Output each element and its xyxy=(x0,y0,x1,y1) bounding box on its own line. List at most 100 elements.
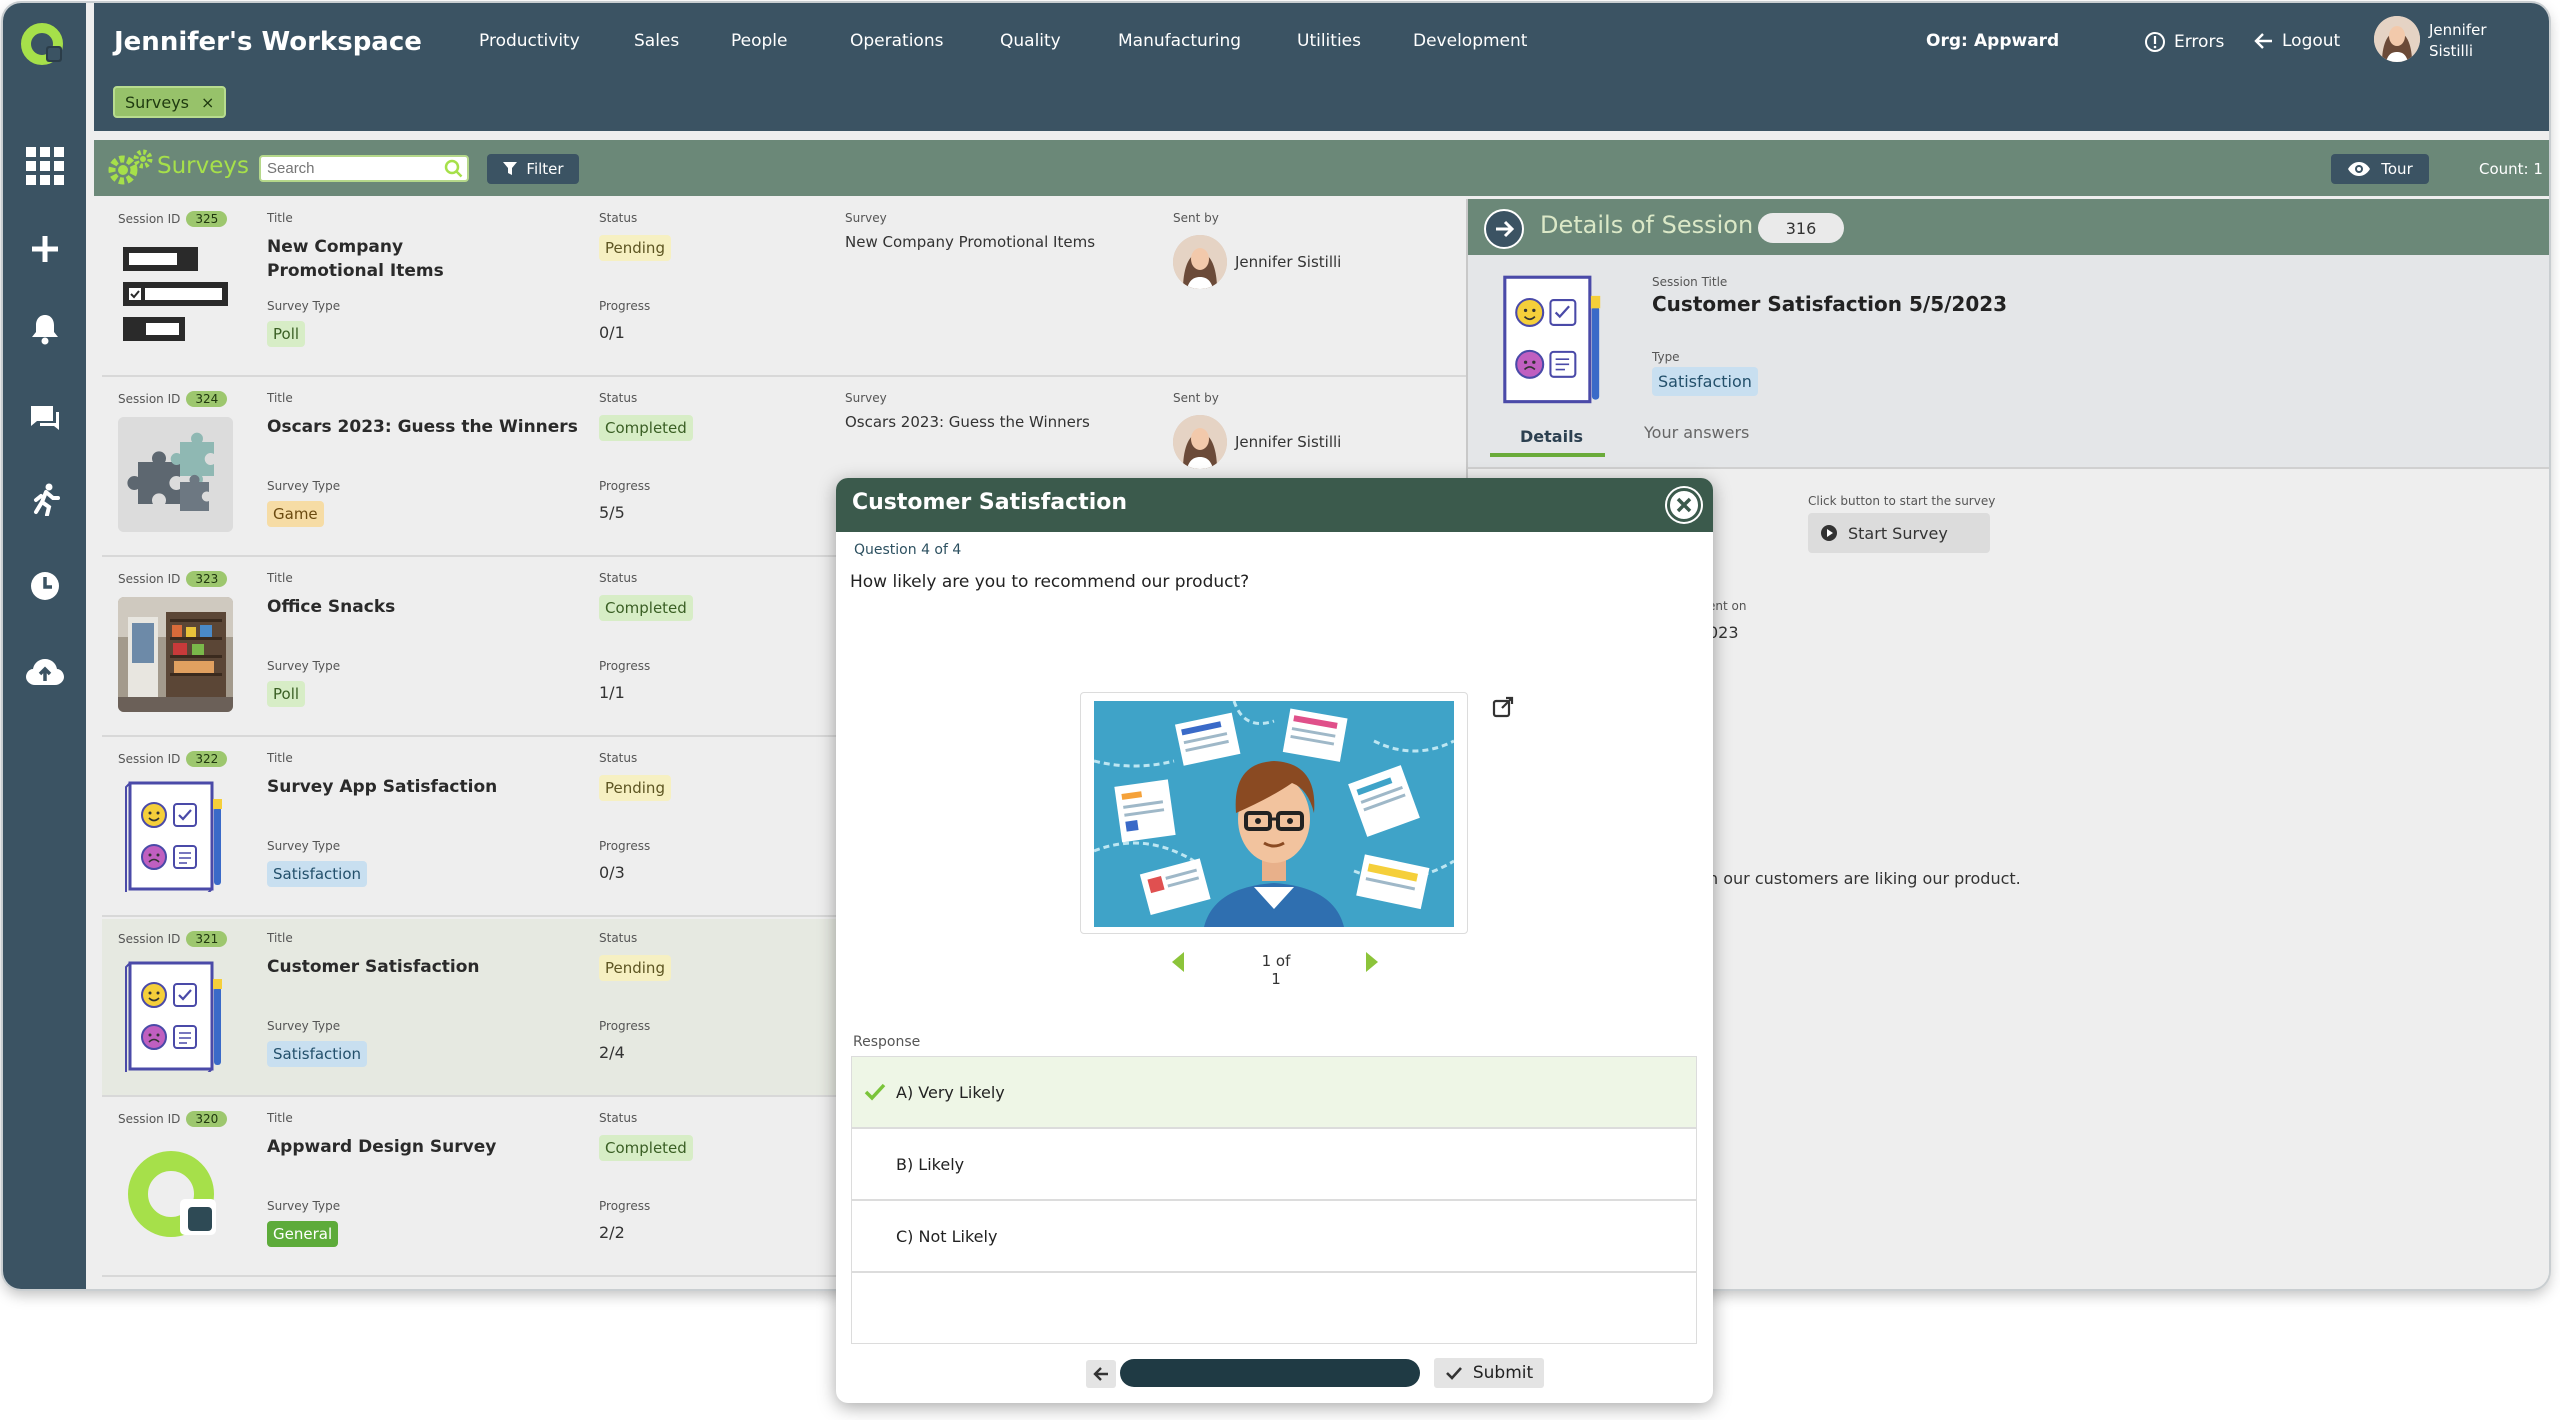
nav-sales[interactable]: Sales xyxy=(634,31,679,51)
filter-button[interactable]: Filter xyxy=(487,154,579,184)
logout-link[interactable]: Logout xyxy=(2254,31,2340,51)
survey-type-label: Survey Type xyxy=(267,1019,341,1033)
status-label: Status xyxy=(599,571,638,585)
sender-avatar xyxy=(1173,235,1227,289)
modal-header: Customer Satisfaction xyxy=(836,478,1713,532)
user-avatar[interactable] xyxy=(2374,16,2420,62)
chat-icon[interactable] xyxy=(24,398,66,440)
collapse-arrow-icon[interactable] xyxy=(1484,209,1524,249)
nav-quality[interactable]: Quality xyxy=(1000,31,1061,51)
session-id-field: Session ID 320 xyxy=(118,1111,228,1127)
nav-productivity[interactable]: Productivity xyxy=(479,31,580,51)
arrow-left-icon xyxy=(2254,33,2272,49)
progress-value: 0/1 xyxy=(599,323,625,342)
nav-development[interactable]: Development xyxy=(1413,31,1527,51)
session-row[interactable]: Session ID 325 Title New Company Promotio… xyxy=(102,199,1466,377)
search-input[interactable] xyxy=(259,155,469,182)
errors-link[interactable]: Errors xyxy=(2144,31,2224,53)
user-first-name: Jennifer xyxy=(2429,21,2487,39)
nav-people[interactable]: People xyxy=(731,31,787,51)
tab-your-answers[interactable]: Your answers xyxy=(1644,423,1749,442)
surveys-title: Surveys xyxy=(157,153,249,179)
sender-avatar xyxy=(1173,415,1227,469)
progress-bar xyxy=(1120,1359,1420,1387)
session-title: Office Snacks xyxy=(267,597,396,617)
session-id-label: Session ID xyxy=(118,572,181,586)
response-option-c[interactable]: C) Not Likely xyxy=(851,1200,1697,1272)
start-survey-button[interactable]: Start Survey xyxy=(1808,513,1990,553)
session-id-label: Session ID xyxy=(118,1112,181,1126)
bell-icon[interactable] xyxy=(24,308,66,350)
title-label: Title xyxy=(267,391,293,405)
add-icon[interactable] xyxy=(24,228,66,270)
survey-modal: Customer Satisfaction Question 4 of 4 Ho… xyxy=(836,478,1713,1403)
session-id-badge: 322 xyxy=(186,751,228,767)
progress-label: Progress xyxy=(599,299,651,313)
close-icon[interactable] xyxy=(1667,488,1701,522)
tab-details[interactable]: Details xyxy=(1520,427,1583,446)
sent-by-label: Sent by xyxy=(1173,211,1219,225)
runner-icon[interactable] xyxy=(24,478,66,520)
progress-label: Progress xyxy=(599,659,651,673)
org-value[interactable]: Appward xyxy=(1974,31,2059,51)
check-icon xyxy=(864,1083,886,1101)
logout-label: Logout xyxy=(2282,31,2341,51)
progress-label: Progress xyxy=(599,839,651,853)
title-label: Title xyxy=(267,931,293,945)
search-icon[interactable] xyxy=(444,159,464,183)
previous-question-button[interactable] xyxy=(1086,1360,1116,1388)
clock-icon[interactable] xyxy=(24,565,66,607)
workspace-title: Jennifer's Workspace xyxy=(114,27,422,57)
chip-close-icon[interactable]: × xyxy=(201,93,214,112)
session-id-badge: 323 xyxy=(186,571,228,587)
snacks-photo xyxy=(118,597,233,712)
response-option-b[interactable]: B) Likely xyxy=(851,1128,1697,1200)
session-title-label: Session Title xyxy=(1652,275,1728,289)
start-hint: Click button to start the survey xyxy=(1808,494,1996,508)
survey-label: Survey xyxy=(845,391,887,405)
submit-button[interactable]: Submit xyxy=(1434,1358,1544,1388)
nav-manufacturing[interactable]: Manufacturing xyxy=(1118,31,1241,51)
sender-name: Jennifer Sistilli xyxy=(1235,253,1342,271)
details-title: Details of Session xyxy=(1540,211,1754,239)
survey-type-label: Survey Type xyxy=(267,299,341,313)
nav-utilities[interactable]: Utilities xyxy=(1297,31,1361,51)
status-label: Status xyxy=(599,931,638,945)
progress-value: 2/2 xyxy=(599,1223,625,1242)
status-label: Status xyxy=(599,211,638,225)
tour-label: Tour xyxy=(2381,160,2413,178)
status-badge: Pending xyxy=(599,235,671,261)
sent-by-label: Sent by xyxy=(1173,391,1219,405)
survey-type-label: Survey Type xyxy=(267,1199,341,1213)
question-counter: Question 4 of 4 xyxy=(854,542,962,558)
response-label: Response xyxy=(853,1034,921,1050)
progress-value: 2/4 xyxy=(599,1043,625,1062)
status-label: Status xyxy=(599,1111,638,1125)
prev-image-icon[interactable] xyxy=(1170,952,1186,976)
chip-label: Surveys xyxy=(125,92,189,112)
eye-icon xyxy=(2348,162,2371,176)
errors-label: Errors xyxy=(2174,32,2225,52)
left-rail xyxy=(3,3,86,1289)
appward-logo-icon[interactable] xyxy=(20,20,68,68)
apps-grid-icon[interactable] xyxy=(24,145,66,187)
cloud-upload-icon[interactable] xyxy=(24,651,66,693)
session-id-label: Session ID xyxy=(118,932,181,946)
external-link-icon[interactable] xyxy=(1492,696,1514,722)
alert-circle-icon xyxy=(2145,32,2165,52)
response-option-a[interactable]: A) Very Likely xyxy=(851,1056,1697,1128)
tour-button[interactable]: Tour xyxy=(2331,154,2429,184)
nav-operations[interactable]: Operations xyxy=(850,31,943,51)
session-number-badge: 316 xyxy=(1758,213,1844,243)
user-last-name: Sistilli xyxy=(2429,42,2474,60)
filter-label: Filter xyxy=(526,160,564,178)
next-image-icon[interactable] xyxy=(1364,952,1380,976)
session-title: Oscars 2023: Guess the Winners xyxy=(267,417,578,437)
survey-type-badge: Poll xyxy=(267,681,306,707)
progress-value: 0/3 xyxy=(599,863,625,882)
session-description: h our customers are liking our product. xyxy=(1708,869,2021,888)
surveys-tab-chip[interactable]: Surveys × xyxy=(113,86,227,118)
sent-on-label: ent on xyxy=(1708,599,1747,613)
sender-name: Jennifer Sistilli xyxy=(1235,433,1342,451)
poll-icon xyxy=(118,237,233,352)
